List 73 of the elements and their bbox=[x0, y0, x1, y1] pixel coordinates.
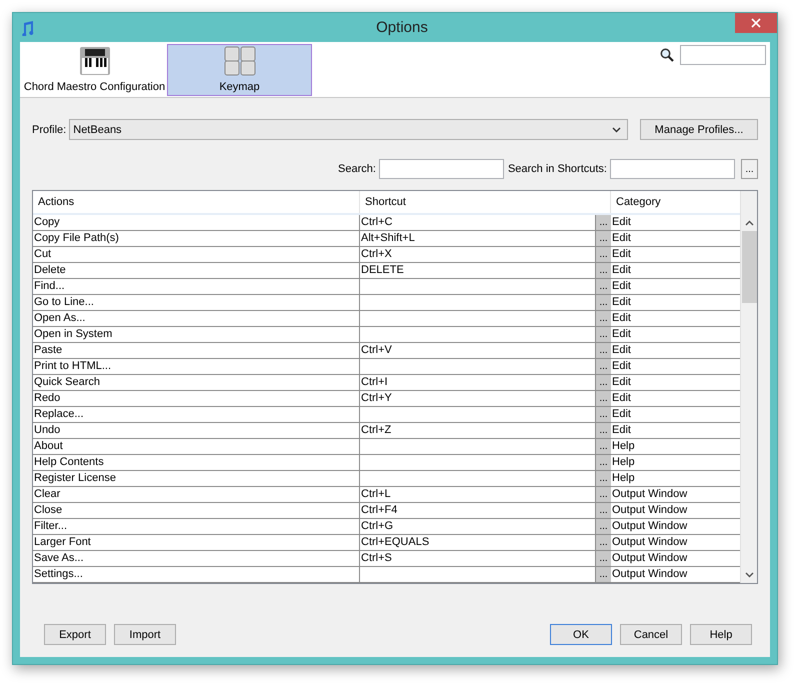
search-field[interactable] bbox=[378, 159, 504, 179]
close-icon bbox=[751, 18, 761, 28]
table-cell: Copy bbox=[33, 215, 360, 230]
table-cell: Redo bbox=[33, 391, 360, 406]
edit-shortcut-button[interactable]: ... bbox=[596, 391, 611, 406]
table-cell: Undo bbox=[33, 423, 360, 438]
edit-shortcut-button[interactable]: ... bbox=[596, 279, 611, 294]
chevron-down-icon bbox=[612, 126, 621, 132]
scrollbar-thumb[interactable] bbox=[742, 231, 756, 303]
edit-shortcut-button[interactable]: ... bbox=[596, 375, 611, 390]
edit-shortcut-button[interactable]: ... bbox=[596, 439, 611, 454]
table-cell: Replace... bbox=[33, 407, 360, 422]
table-cell: Save As... bbox=[33, 551, 360, 566]
edit-shortcut-button[interactable]: ... bbox=[596, 423, 611, 438]
footer-button[interactable]: Export bbox=[44, 624, 106, 645]
edit-shortcut-button[interactable]: ... bbox=[596, 519, 611, 534]
table-cell: Delete bbox=[33, 263, 360, 278]
music-note-icon bbox=[20, 20, 34, 36]
dialog-button[interactable]: OK bbox=[550, 624, 612, 645]
table-cell: Filter... bbox=[33, 519, 360, 534]
table-cell: Go to Line... bbox=[33, 295, 360, 310]
edit-shortcut-button[interactable]: ... bbox=[596, 503, 611, 518]
edit-shortcut-button[interactable]: ... bbox=[596, 551, 611, 566]
edit-shortcut-button[interactable]: ... bbox=[596, 343, 611, 358]
edit-shortcut-button[interactable]: ... bbox=[596, 567, 611, 582]
edit-shortcut-button[interactable]: ... bbox=[596, 327, 611, 342]
search-label: Search: bbox=[338, 163, 376, 175]
table-cell: Open in System bbox=[33, 327, 360, 342]
profile-label: Profile: bbox=[32, 124, 66, 136]
category-tab[interactable]: Chord Maestro Configuration bbox=[22, 44, 167, 96]
shortcut-search-field[interactable] bbox=[610, 159, 735, 179]
table-cell: Clear bbox=[33, 487, 360, 502]
edit-shortcut-button[interactable]: ... bbox=[596, 535, 611, 550]
keyboard-keys-icon bbox=[224, 46, 256, 76]
table-cell: Find... bbox=[33, 279, 360, 294]
profile-dropdown[interactable]: NetBeans bbox=[69, 119, 628, 140]
search-field[interactable] bbox=[680, 45, 766, 65]
edit-shortcut-button[interactable]: ... bbox=[596, 407, 611, 422]
window-title: Options bbox=[376, 19, 428, 36]
edit-shortcut-button[interactable]: ... bbox=[596, 471, 611, 486]
table-cell: Settings... bbox=[33, 567, 360, 582]
table-cell: About bbox=[33, 439, 360, 454]
edit-shortcut-button[interactable]: ... bbox=[596, 359, 611, 374]
table-cell: Register License bbox=[33, 471, 360, 486]
edit-shortcut-button[interactable]: ... bbox=[596, 295, 611, 310]
more-button[interactable]: ... bbox=[741, 159, 758, 179]
scroll-up-icon[interactable] bbox=[744, 220, 754, 226]
table-cell: Close bbox=[33, 503, 360, 518]
scroll-down-icon[interactable] bbox=[744, 572, 754, 578]
table-cell: Larger Font bbox=[33, 535, 360, 550]
category-tab[interactable]: Keymap bbox=[167, 44, 312, 96]
edit-shortcut-button[interactable]: ... bbox=[596, 231, 611, 246]
table-cell: Cut bbox=[33, 247, 360, 262]
search-icon bbox=[660, 48, 674, 62]
dialog-button[interactable]: Cancel bbox=[620, 624, 682, 645]
edit-shortcut-button[interactable]: ... bbox=[596, 247, 611, 262]
table-cell: Copy File Path(s) bbox=[33, 231, 360, 246]
edit-shortcut-button[interactable]: ... bbox=[596, 215, 611, 230]
edit-shortcut-button[interactable]: ... bbox=[596, 311, 611, 326]
table-cell: Quick Search bbox=[33, 375, 360, 390]
edit-shortcut-button[interactable]: ... bbox=[596, 487, 611, 502]
footer-button[interactable]: Import bbox=[114, 624, 176, 645]
edit-shortcut-button[interactable]: ... bbox=[596, 455, 611, 470]
edit-shortcut-button[interactable]: ... bbox=[596, 263, 611, 278]
table-cell: Help Contents bbox=[33, 455, 360, 470]
piano-icon bbox=[78, 46, 110, 76]
search-shortcuts-label: Search in Shortcuts: bbox=[508, 163, 607, 175]
close-button[interactable] bbox=[735, 13, 777, 33]
manage-profiles-button[interactable]: Manage Profiles... bbox=[640, 119, 758, 140]
table-cell: Print to HTML... bbox=[33, 359, 360, 374]
table-cell: Open As... bbox=[33, 311, 360, 326]
table-cell: Paste bbox=[33, 343, 360, 358]
dialog-button[interactable]: Help bbox=[690, 624, 752, 645]
